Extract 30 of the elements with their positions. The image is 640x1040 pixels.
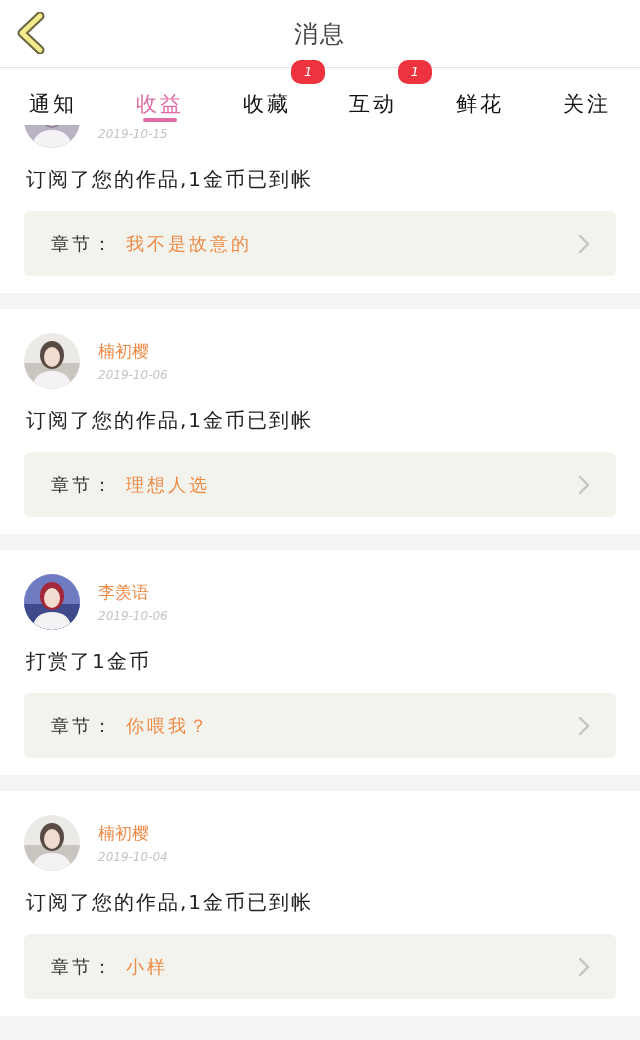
message-text: 订阅了您的作品,1金币已到帐 (26, 889, 315, 916)
chapter-row[interactable]: 章节： 我不是故意的 (24, 211, 616, 276)
tab[interactable]: 关注 (533, 72, 640, 122)
message-text: 打赏了1金币 (26, 648, 152, 675)
message-date: 2019-10-15 (98, 127, 168, 141)
chapter-label: 章节： (51, 954, 114, 979)
chapter-row[interactable]: 章节： 小样 (24, 934, 616, 999)
back-icon[interactable] (16, 12, 46, 54)
chapter-row[interactable]: 章节： 理想人选 (24, 452, 616, 517)
tab[interactable]: 通知 (0, 72, 107, 122)
chapter-title: 你喂我？ (126, 713, 211, 738)
page-title: 消息 (294, 18, 346, 50)
count-badge: 1 (291, 60, 326, 84)
chapter-title: 理想人选 (126, 472, 211, 497)
message-date: 2019-10-04 (98, 850, 168, 864)
count-badge: 1 (397, 60, 432, 84)
chevron-right-icon (578, 956, 590, 977)
chapter-title: 我不是故意的 (126, 231, 253, 256)
chapter-label: 章节： (51, 713, 114, 738)
chevron-right-icon (578, 233, 590, 254)
chapter-label: 章节： (51, 472, 114, 497)
message-date: 2019-10-06 (98, 368, 168, 382)
message-text: 订阅了您的作品,1金币已到帐 (26, 407, 315, 434)
chevron-right-icon (578, 474, 590, 495)
chevron-right-icon (578, 715, 590, 736)
message-text: 订阅了您的作品,1金币已到帐 (26, 166, 315, 193)
chapter-row[interactable]: 章节： 你喂我？ (24, 693, 616, 758)
chapter-title: 小样 (126, 954, 169, 979)
message-date: 2019-10-06 (98, 609, 168, 623)
chapter-label: 章节： (51, 231, 114, 256)
